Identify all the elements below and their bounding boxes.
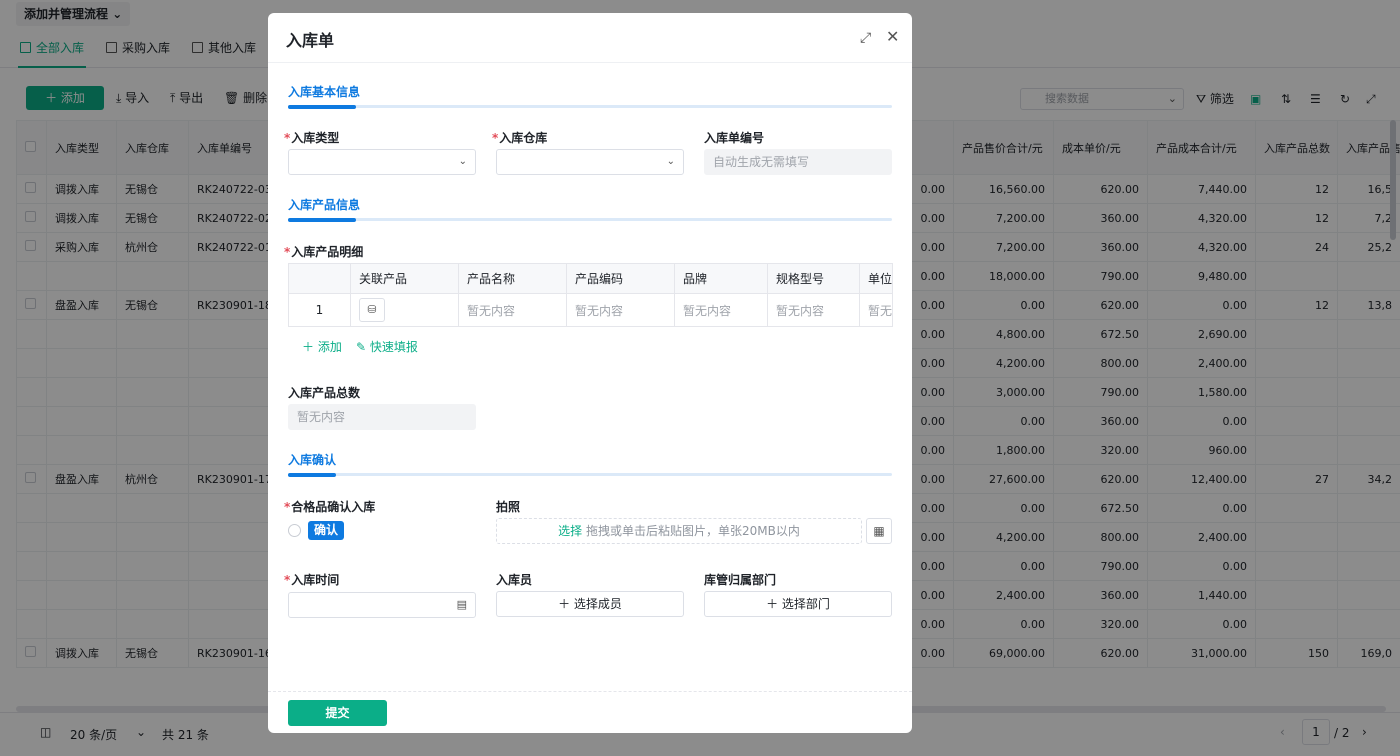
label-inbound-time: *入库时间 [284, 573, 340, 587]
section-confirm: 入库确认 [288, 451, 892, 481]
link-product-button[interactable]: ⛁ [359, 298, 385, 322]
edit-icon: ✎ [356, 340, 367, 354]
confirm-badge[interactable]: 确认 [308, 521, 345, 540]
modal-title: 入库单 [286, 31, 335, 50]
column-header [288, 263, 351, 294]
table-row: 1 ⛁ 暂无内容 暂无内容 暂无内容 暂无内容 暂无内 [288, 293, 893, 327]
inbound-number-field: 自动生成无需填写 [704, 149, 892, 175]
product-name-cell[interactable]: 暂无内容 [458, 293, 567, 327]
quick-fill-button[interactable]: ✎ 快速填报 [356, 338, 418, 355]
select-member-button[interactable]: ＋ 选择成员 [496, 591, 684, 617]
row-index: 1 [288, 293, 351, 327]
label-qualified: *合格品确认入库 [284, 500, 376, 514]
product-code-cell[interactable]: 暂无内容 [566, 293, 675, 327]
submit-button[interactable]: 提交 [288, 700, 387, 726]
section-title: 入库产品信息 [288, 198, 361, 212]
modal-header: 入库单 ⤢ ✕ [268, 13, 912, 63]
upload-hint: 拖拽或单击后粘贴图片，单张20MB以内 [585, 524, 800, 538]
calendar-icon: ▤ [456, 598, 467, 611]
plus-icon: ＋ [558, 597, 571, 611]
brand-cell[interactable]: 暂无内容 [674, 293, 768, 327]
plus-icon: ＋ [302, 340, 315, 354]
inbound-type-select[interactable]: ⌄ [288, 149, 476, 175]
label-staff: 入库员 [496, 573, 533, 587]
chevron-down-icon: ⌄ [458, 156, 467, 167]
close-icon[interactable]: ✕ [886, 27, 899, 46]
section-basic-info: 入库基本信息 [288, 83, 892, 113]
label-inbound-warehouse: *入库仓库 [492, 131, 548, 145]
column-header: 产品名称 [458, 263, 567, 294]
column-header: 单位 [859, 263, 893, 294]
label-product-total: 入库产品总数 [288, 386, 361, 400]
column-header: 产品编码 [566, 263, 675, 294]
label-photo: 拍照 [496, 500, 521, 514]
unit-cell[interactable]: 暂无内 [859, 293, 893, 327]
add-row-button[interactable]: ＋ 添加 [302, 338, 342, 355]
qualified-radio[interactable] [288, 524, 301, 537]
column-header: 规格型号 [767, 263, 860, 294]
chevron-down-icon: ⌄ [666, 156, 675, 167]
section-product-info: 入库产品信息 [288, 196, 892, 226]
expand-icon[interactable]: ⤢ [860, 30, 871, 46]
section-divider [288, 473, 892, 477]
product-total-field: 暂无内容 [288, 404, 476, 430]
link-product-cell: ⛁ [350, 293, 459, 327]
photo-upload-area[interactable]: 选择 拖拽或单击后粘贴图片，单张20MB以内 [496, 518, 862, 544]
upload-choose-link[interactable]: 选择 [558, 524, 582, 538]
modal-footer: 提交 [268, 691, 912, 733]
inbound-order-modal: 入库单 ⤢ ✕ 入库基本信息 *入库类型 ⌄ *入库仓库 ⌄ 入库单编号 自动生… [268, 13, 912, 733]
section-divider [288, 105, 892, 109]
product-detail-table: 关联产品 产品名称 产品编码 品牌 规格型号 单位 1 ⛁ 暂无内容 暂无内容 … [288, 263, 893, 327]
label-inbound-type: *入库类型 [284, 131, 340, 145]
qr-code-icon[interactable]: ▦ [866, 518, 892, 544]
label-inbound-number: 入库单编号 [704, 131, 765, 145]
section-divider [288, 218, 892, 222]
database-icon: ⛁ [367, 303, 377, 316]
plus-icon: ＋ [766, 597, 779, 611]
inbound-warehouse-select[interactable]: ⌄ [496, 149, 684, 175]
column-header: 关联产品 [350, 263, 459, 294]
select-department-button[interactable]: ＋ 选择部门 [704, 591, 892, 617]
section-title: 入库确认 [288, 453, 337, 467]
label-product-detail: *入库产品明细 [284, 245, 364, 259]
inbound-time-picker[interactable]: ▤ [288, 592, 476, 618]
section-title: 入库基本信息 [288, 85, 361, 99]
label-department: 库管归属部门 [704, 573, 777, 587]
spec-cell[interactable]: 暂无内容 [767, 293, 860, 327]
column-header: 品牌 [674, 263, 768, 294]
